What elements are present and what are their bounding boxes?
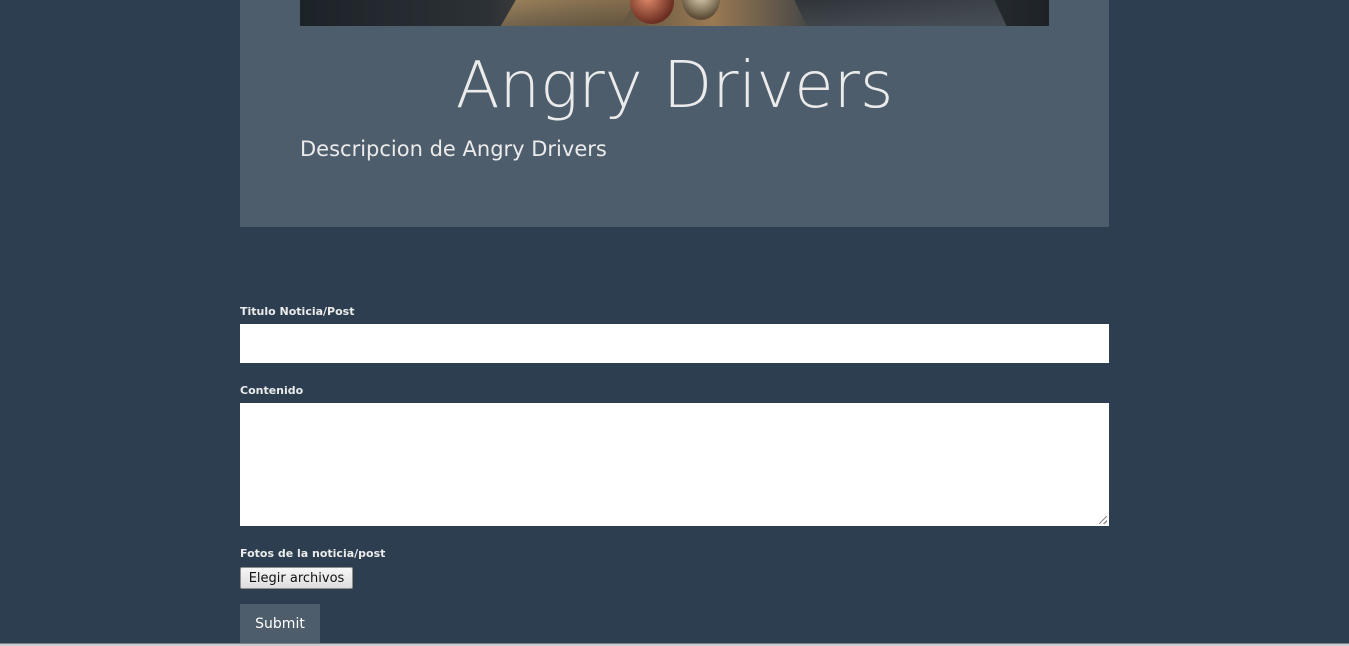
site-title: Angry Drivers — [455, 49, 894, 123]
photos-label: Fotos de la noticia/post — [240, 547, 386, 560]
content-label: Contenido — [240, 384, 304, 397]
content-textarea[interactable] — [240, 403, 1109, 526]
title-input[interactable] — [240, 324, 1109, 363]
choose-files-button[interactable]: Elegir archivos — [240, 567, 353, 589]
content-textarea-wrap — [240, 403, 1109, 526]
header-banner-image — [300, 0, 1049, 26]
title-label: Titulo Noticia/Post — [240, 305, 355, 318]
submit-button[interactable]: Submit — [240, 604, 320, 644]
page: Angry Drivers Descripcion de Angry Drive… — [0, 0, 1349, 646]
resize-grip-icon[interactable] — [1099, 516, 1107, 524]
site-description: Descripcion de Angry Drivers — [300, 137, 607, 161]
header-card: Angry Drivers Descripcion de Angry Drive… — [240, 0, 1109, 227]
